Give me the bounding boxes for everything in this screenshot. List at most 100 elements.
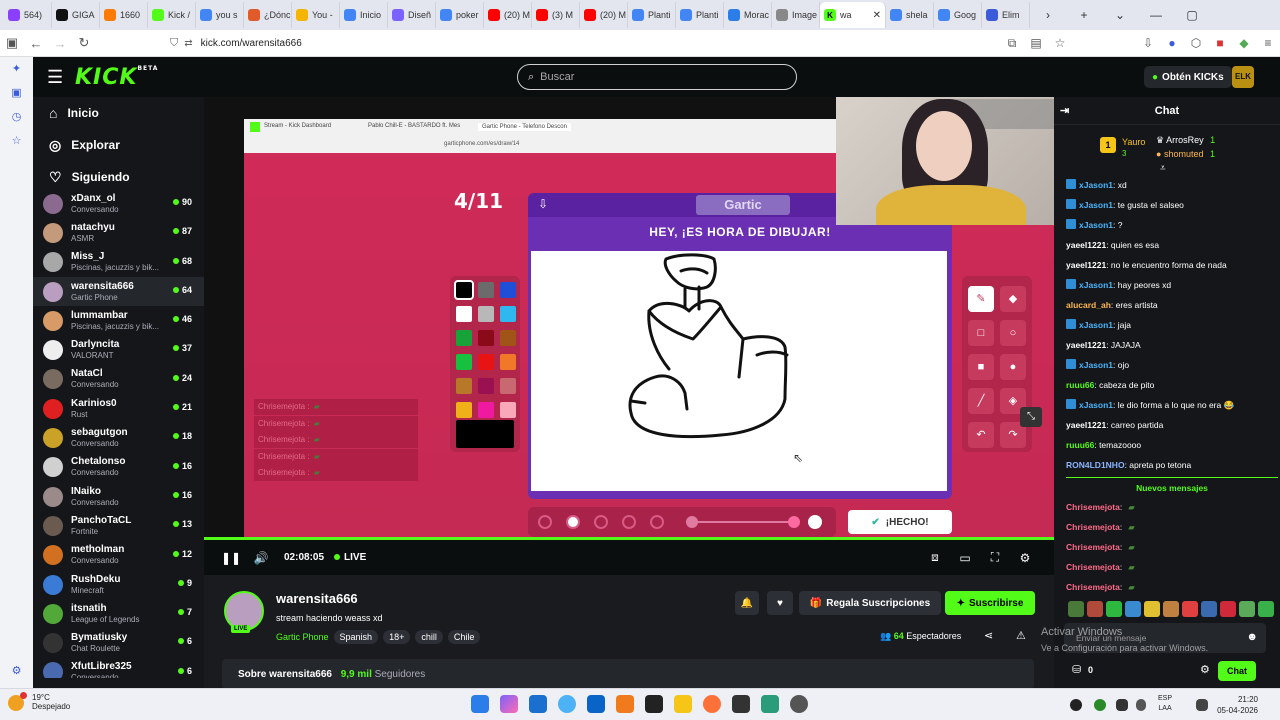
chat-username[interactable]: Chrisemejota — [1066, 562, 1120, 572]
sidebar-history-icon[interactable]: ◷ — [0, 105, 33, 129]
sidebar-channel[interactable]: sebagutgon Conversando 18 — [33, 423, 204, 452]
tab-a10[interactable]: (20) M — [484, 2, 532, 28]
extensions-icon[interactable]: ⬡ — [1184, 36, 1208, 50]
emote-icon[interactable] — [1125, 601, 1141, 617]
minimize-button[interactable]: — — [1138, 8, 1174, 22]
sidebar-channel[interactable]: natachyu ASMR 87 — [33, 218, 204, 247]
kick-logo[interactable]: KICKBETA — [75, 65, 158, 90]
tray-icon[interactable] — [1070, 699, 1082, 711]
wifi-icon[interactable] — [1196, 699, 1208, 711]
tag-0[interactable]: Spanish — [333, 630, 379, 644]
tray-icon[interactable] — [1116, 699, 1128, 711]
chat-username[interactable]: xJason1 — [1079, 280, 1113, 290]
clip-button[interactable]: ⧈ — [920, 550, 950, 565]
reload-button[interactable]: ↻ — [72, 35, 96, 51]
sidebar-ai-icon[interactable]: ✦ — [0, 57, 33, 81]
about-section[interactable]: Sobre warensita666 9,9 mil Seguidores — [222, 659, 1034, 689]
shield-icon[interactable]: ⛉ — [170, 37, 178, 50]
fullscreen-button[interactable]: ⛶ — [980, 550, 1010, 565]
chat-username[interactable]: yaeel1221 — [1066, 420, 1106, 430]
account-icon[interactable]: ● — [1160, 36, 1184, 50]
tab-scroll-icon[interactable]: › — [1030, 8, 1066, 22]
chat-username[interactable]: yaeel1221 — [1066, 340, 1106, 350]
emote-icon[interactable] — [1258, 601, 1274, 617]
language-indicator[interactable]: ESP LAA — [1158, 694, 1172, 714]
send-chat-button[interactable]: Chat — [1218, 661, 1256, 681]
sidebar-channel[interactable]: lummambar Piscinas, jacuzzis y bik... 46 — [33, 306, 204, 335]
microphone-icon[interactable] — [1136, 699, 1146, 711]
emote-icon[interactable] — [1087, 601, 1103, 617]
notifications-bell-icon[interactable]: 🔔 — [735, 591, 759, 615]
sidebar-channel[interactable]: itsnatih League of Legends 7 — [33, 599, 204, 628]
tab-a8[interactable]: Diseñ — [388, 2, 436, 28]
tab-a15[interactable]: Morac — [724, 2, 772, 28]
tab-a2[interactable]: 1660 — [100, 2, 148, 28]
sidebar-channel[interactable]: metholman Conversando 12 — [33, 541, 204, 570]
copilot-icon[interactable] — [500, 695, 518, 713]
emote-icon[interactable] — [1144, 601, 1160, 617]
get-kicks-button[interactable]: ● Obtén KICKs — [1144, 66, 1232, 88]
screenshot-icon[interactable]: ⧉ — [1000, 36, 1024, 51]
extension-green-icon[interactable]: ◆ — [1232, 36, 1256, 50]
menu-icon[interactable]: ≡ — [1256, 36, 1280, 50]
tray-icon[interactable] — [1094, 699, 1106, 711]
collapse-chat-icon[interactable]: ⇥ — [1060, 97, 1069, 125]
clock[interactable]: 21:20 05-04-2026 — [1217, 694, 1258, 716]
sidebar-channel[interactable]: INaiko Conversando 16 — [33, 482, 204, 511]
report-icon[interactable]: ⚠ — [1016, 629, 1026, 642]
chat-username[interactable]: Chrisemejota — [1066, 522, 1120, 532]
chat-username[interactable]: xJason1 — [1079, 180, 1113, 190]
tab-a1[interactable]: GIGA — [52, 2, 100, 28]
store-icon[interactable] — [529, 695, 547, 713]
channel-name[interactable]: warensita666 — [276, 591, 358, 606]
tab-a16[interactable]: Image — [772, 2, 820, 28]
emoji-icon[interactable]: ☻ — [1246, 631, 1258, 643]
tab-b1[interactable]: Goog — [934, 2, 982, 28]
sidebar-settings-icon[interactable]: ⚙ — [0, 659, 33, 683]
subscribe-button[interactable]: ✦ Suscribirse — [945, 591, 1035, 615]
tab-b2[interactable]: Elim — [982, 2, 1030, 28]
emote-icon[interactable] — [1068, 601, 1084, 617]
sidebar-channel[interactable]: Miss_J Piscinas, jacuzzis y bik... 68 — [33, 248, 204, 277]
tag-3[interactable]: Chile — [447, 630, 481, 644]
tab-a4[interactable]: you s — [196, 2, 244, 28]
tag-1[interactable]: 18+ — [383, 630, 411, 644]
sidebar-channel[interactable]: RushDeku Minecraft 9 — [33, 570, 204, 599]
onedrive-icon[interactable] — [558, 695, 576, 713]
file-explorer-icon[interactable] — [674, 695, 692, 713]
firefox-icon[interactable] — [703, 695, 721, 713]
app-capcut-icon[interactable] — [732, 695, 750, 713]
chat-username[interactable]: RON4LD1NHO — [1066, 460, 1125, 470]
chat-username[interactable]: xJason1 — [1079, 320, 1113, 330]
theater-mode-button[interactable]: ▭ — [950, 551, 980, 565]
chat-username[interactable]: yaeel1221 — [1066, 240, 1106, 250]
emote-icon[interactable] — [1182, 601, 1198, 617]
chevron-down-icon[interactable]: ⌄ — [1102, 8, 1138, 22]
tag-2[interactable]: chill — [415, 630, 443, 644]
sidebar-channel[interactable]: XfutLibre325 Conversando 6 — [33, 658, 204, 678]
sidebar-channel[interactable]: Karinios0 Rust 21 — [33, 394, 204, 423]
tab-a0[interactable]: 564) — [4, 2, 52, 28]
maximize-button[interactable]: ▢ — [1174, 8, 1210, 22]
sidebar-bookmarks-icon[interactable]: ☆ — [0, 129, 33, 153]
forward-button[interactable]: → — [48, 36, 72, 51]
sidebar-synced-tabs-icon[interactable]: ▣ — [0, 81, 33, 105]
download-icon[interactable]: ⇩ — [1136, 36, 1160, 50]
chat-settings-icon[interactable]: ⚙ — [1200, 663, 1210, 676]
sidebar-channel[interactable]: xDanx_ol Conversando 90 — [33, 189, 204, 218]
expand-leaderboard-icon[interactable]: ⩡ — [1160, 163, 1166, 174]
tab-a13[interactable]: Planti — [628, 2, 676, 28]
url-field[interactable]: kick.com/warensita666 — [201, 38, 302, 49]
hamburger-menu-icon[interactable]: ☰ — [47, 67, 63, 88]
emote-icon[interactable] — [1106, 601, 1122, 617]
app-dark-icon[interactable] — [645, 695, 663, 713]
tab-active[interactable]: K wa ✕ — [820, 2, 886, 28]
search-input[interactable]: ⌕ Buscar — [517, 64, 797, 90]
sidebar-channel[interactable]: Bymatiusky Chat Roulette 6 — [33, 628, 204, 657]
sidebar-channel[interactable]: Chetalonso Conversando 16 — [33, 453, 204, 482]
tab-a12[interactable]: (20) M — [580, 2, 628, 28]
emote-icon[interactable] — [1239, 601, 1255, 617]
nav-compass[interactable]: ◎ Explorar — [33, 129, 204, 161]
gift-subs-button[interactable]: 🎁 Regala Suscripciones — [799, 591, 941, 615]
chat-username[interactable]: xJason1 — [1079, 360, 1113, 370]
